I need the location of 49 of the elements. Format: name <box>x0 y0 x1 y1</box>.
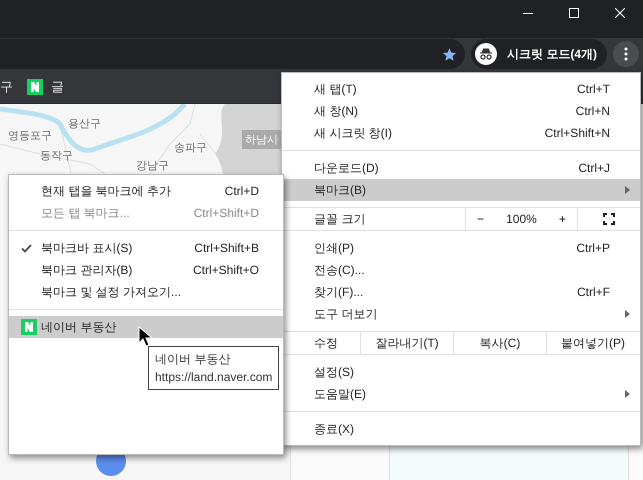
bookmark-item[interactable]: 네이버 부동산 <box>9 316 283 338</box>
zoom-out-button[interactable]: − <box>477 212 484 226</box>
menu-item[interactable]: 인쇄(P) Ctrl+P <box>282 237 640 259</box>
fullscreen-icon[interactable] <box>603 213 615 225</box>
menu-item[interactable]: 북마크 관리자(B) Ctrl+Shift+O <box>9 259 283 281</box>
menu-item[interactable]: 새 탭(T) Ctrl+T <box>282 78 640 100</box>
zoom-value: 100% <box>506 212 537 226</box>
menu-item[interactable]: 새 창(N) Ctrl+N <box>282 100 640 122</box>
edit-action-button[interactable]: 복사(C) <box>480 334 520 352</box>
edit-label: 수정 <box>314 334 338 352</box>
menu-item[interactable]: 북마크바 표시(S) Ctrl+Shift+B <box>9 237 283 259</box>
menu-item[interactable]: 찾기(F)... Ctrl+F <box>282 281 640 303</box>
district-label: 강남구 <box>136 159 169 173</box>
menu-item[interactable]: 전송(C)... <box>282 259 640 281</box>
submenu-arrow-icon <box>625 390 630 398</box>
menu-icon <box>624 47 628 61</box>
menu-button[interactable] <box>613 41 639 67</box>
edit-action-button[interactable]: 붙여넣기(P) <box>561 334 625 352</box>
menu-item[interactable]: 새 시크릿 창(I) Ctrl+Shift+N <box>282 122 640 144</box>
zoom-label: 글꼴 크기 <box>314 210 366 228</box>
submenu-arrow-icon <box>625 186 630 194</box>
menu-item[interactable]: 북마크(B) <box>282 179 640 201</box>
district-label: 송파구 <box>174 141 207 155</box>
star-icon[interactable] <box>442 46 457 62</box>
tooltip-title: 네이버 부동산 <box>155 351 232 368</box>
menu-item[interactable]: 설정(S) <box>282 361 640 383</box>
minimize-icon <box>523 12 533 14</box>
incognito-profile-button[interactable]: 시크릿 모드(4개) <box>471 39 607 69</box>
city-label: 하남시 <box>242 130 281 149</box>
district-label: 용산구 <box>68 117 101 131</box>
district-label: 동작구 <box>40 149 73 163</box>
district-label: 영등포구 <box>8 129 52 143</box>
bookmark-link[interactable]: 글 <box>51 78 64 96</box>
edit-action-button[interactable]: 잘라내기(T) <box>375 334 439 352</box>
menu-item[interactable]: 종료(X) <box>282 418 640 440</box>
menu-item[interactable]: 도구 더보기 <box>282 303 640 325</box>
menu-item[interactable]: 북마크 및 설정 가져오기... <box>9 281 283 303</box>
naver-logo-icon <box>21 319 37 335</box>
menu-item[interactable]: 도움말(E) <box>282 383 640 405</box>
close-icon <box>615 8 625 18</box>
bookmark-link[interactable]: 구 <box>0 78 13 96</box>
menu-item[interactable]: 다운로드(D) Ctrl+J <box>282 157 640 179</box>
maximize-icon <box>569 8 579 18</box>
tooltip-url: https://land.naver.com <box>155 369 272 386</box>
submenu-arrow-icon <box>625 310 630 318</box>
incognito-icon <box>475 43 497 65</box>
menu-item[interactable]: 현재 탭을 북마크에 추가 Ctrl+D <box>9 180 283 202</box>
zoom-in-button[interactable]: + <box>558 212 566 226</box>
naver-logo-icon <box>27 78 43 94</box>
